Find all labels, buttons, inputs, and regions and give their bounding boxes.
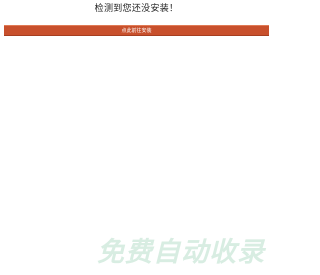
install-button[interactable]: 点此前往安装 [4, 25, 269, 36]
page: 检测到您还没安装！ 点此前往安装 免费自动收录 [0, 0, 273, 275]
watermark: 免费自动收录 [97, 237, 265, 268]
install-notice: 检测到您还没安装！ [94, 4, 179, 14]
